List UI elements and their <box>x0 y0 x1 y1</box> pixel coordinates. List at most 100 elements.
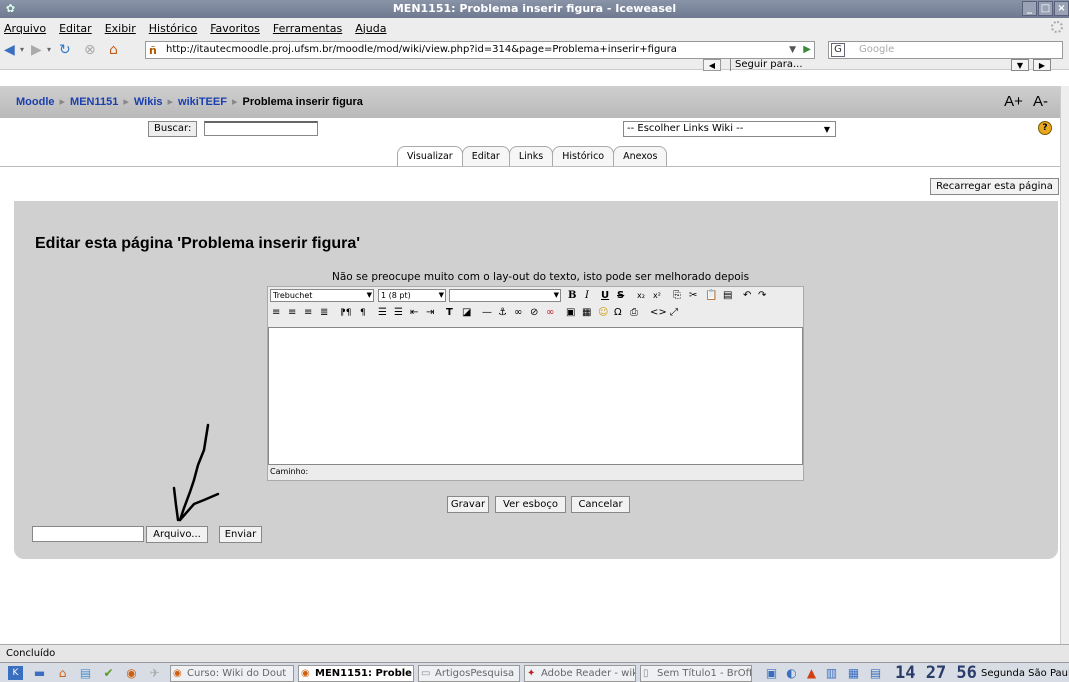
seguir-dropdown-icon[interactable]: ▼ <box>1011 59 1029 71</box>
ltr-icon[interactable]: ⁋¶ <box>340 306 351 320</box>
url-bar[interactable]: ñ http://itautecmoodle.proj.ufsm.br/mood… <box>145 41 815 59</box>
taskbar-clock[interactable]: 14 27 56 <box>895 663 977 682</box>
superscript-icon[interactable]: x² <box>653 289 661 303</box>
text-color-icon[interactable]: T <box>446 306 453 320</box>
kde-menu-icon[interactable]: K <box>8 666 23 680</box>
special-char-icon[interactable]: Ω <box>614 306 622 320</box>
insert-table-icon[interactable]: ▦ <box>582 306 591 320</box>
home-folder-icon[interactable]: ⌂ <box>55 666 70 680</box>
nolink-icon[interactable]: ∞ <box>546 306 554 320</box>
task-curso-wiki[interactable]: ◉ Curso: Wiki do Dout <box>170 665 294 682</box>
align-center-icon[interactable]: ≡ <box>288 306 296 320</box>
task-adobe-reader[interactable]: ✦ Adobe Reader - wiki <box>524 665 636 682</box>
cut-icon[interactable]: ✂ <box>689 289 697 303</box>
bold-icon[interactable]: B <box>568 289 576 303</box>
links-wiki-select[interactable]: -- Escolher Links Wiki -- ▼ <box>623 121 836 137</box>
desktop-icon[interactable]: ▬ <box>32 666 47 680</box>
fullscreen-icon[interactable]: ⤢ <box>670 306 678 320</box>
tab-links[interactable]: Links <box>508 146 554 166</box>
menu-editar[interactable]: Editar <box>59 22 92 35</box>
undo-icon[interactable]: ↶ <box>743 289 751 303</box>
buscar-button[interactable]: Buscar: <box>148 121 198 137</box>
app-launcher-icon[interactable]: ✔ <box>101 666 116 680</box>
outdent-icon[interactable]: ⇤ <box>410 306 418 320</box>
browser-icon[interactable]: ◉ <box>124 666 139 680</box>
seguir-label[interactable]: Seguir para... <box>730 59 803 71</box>
bg-color-icon[interactable]: ◪ <box>462 306 471 320</box>
unlink-icon[interactable]: ⊘ <box>530 306 538 320</box>
url-dropdown-icon[interactable]: ▼ <box>789 42 796 58</box>
task-artigos-pesquisa[interactable]: ▭ ArtigosPesquisa <box>418 665 520 682</box>
back-dropdown-icon[interactable]: ▾ <box>20 42 24 58</box>
smiley-icon[interactable]: ☺ <box>598 306 608 320</box>
ver-esboco-button[interactable]: Ver esboço <box>495 496 566 513</box>
prev-arrow-icon[interactable]: ◀ <box>703 59 721 71</box>
ordered-list-icon[interactable]: ☰ <box>378 306 387 320</box>
forward-dropdown-icon[interactable]: ▾ <box>47 42 51 58</box>
breadcrumb-wiki[interactable]: wikiTEEF <box>178 96 227 108</box>
gravar-button[interactable]: Gravar <box>447 496 489 513</box>
network-monitor-icon[interactable]: ▥ <box>824 666 839 680</box>
search-replace-icon[interactable]: ⎙ <box>630 306 638 320</box>
copy-icon[interactable]: ⎘ <box>673 289 681 303</box>
search-bar[interactable]: G Google ⌕ <box>828 41 1063 59</box>
menu-favoritos[interactable]: Favoritos <box>210 22 260 35</box>
menu-ajuda[interactable]: Ajuda <box>355 22 386 35</box>
google-engine-icon[interactable]: G <box>831 43 845 57</box>
paste-icon[interactable]: 📋 <box>705 289 717 303</box>
font-size-select[interactable]: 1 (8 pt) ▼ <box>378 289 446 302</box>
strikethrough-icon[interactable]: S <box>617 289 624 303</box>
justify-icon[interactable]: ≣ <box>320 306 328 320</box>
task-men1151[interactable]: ◉ MEN1151: Proble <box>298 665 414 682</box>
breadcrumb-moodle[interactable]: Moodle <box>16 96 55 108</box>
reload-icon[interactable]: ↻ <box>59 42 71 58</box>
horizontal-rule-icon[interactable]: — <box>482 306 492 320</box>
tab-editar[interactable]: Editar <box>461 146 510 166</box>
breadcrumb-wikis[interactable]: Wikis <box>134 96 163 108</box>
underline-icon[interactable]: U <box>601 289 609 303</box>
tab-visualizar[interactable]: Visualizar <box>397 146 463 166</box>
back-icon[interactable]: ◀ <box>4 42 15 58</box>
align-right-icon[interactable]: ≡ <box>304 306 312 320</box>
anchor-icon[interactable]: ⚓ <box>498 306 507 320</box>
tab-anexos[interactable]: Anexos <box>613 146 668 166</box>
html-source-icon[interactable]: <> <box>650 306 667 320</box>
go-icon[interactable]: ▶ <box>803 42 811 58</box>
subscript-icon[interactable]: x₂ <box>637 289 645 303</box>
system-monitor-icon[interactable]: ▲ <box>804 666 819 680</box>
menu-historico[interactable]: Histórico <box>149 22 197 35</box>
task-sem-titulo[interactable]: ▯ Sem Título1 - BrOff <box>640 665 752 682</box>
home-icon[interactable]: ⌂ <box>109 42 118 58</box>
menu-ferramentas[interactable]: Ferramentas <box>273 22 342 35</box>
rtl-icon[interactable]: ¶ <box>360 306 366 320</box>
indent-icon[interactable]: ⇥ <box>426 306 434 320</box>
breadcrumb-course[interactable]: MEN1151 <box>70 96 118 108</box>
paste-word-icon[interactable]: ▤ <box>723 289 732 303</box>
font-increase-button[interactable]: A+ <box>1004 93 1023 110</box>
maximize-icon[interactable]: □ <box>1038 1 1053 16</box>
font-family-select[interactable]: Trebuchet ▼ <box>270 289 374 302</box>
next-arrow-icon[interactable]: ▶ <box>1033 59 1051 71</box>
link-icon[interactable]: ∞ <box>514 306 522 320</box>
insert-image-icon[interactable]: ▣ <box>566 306 575 320</box>
help-icon[interactable]: ? <box>1038 121 1052 135</box>
align-left-icon[interactable]: ≡ <box>272 306 280 320</box>
keyboard-layout-icon[interactable]: ▣ <box>764 666 779 680</box>
stop-icon[interactable]: ⊗ <box>84 42 96 58</box>
editor-textarea[interactable] <box>268 327 803 465</box>
close-icon[interactable]: × <box>1054 1 1069 16</box>
file-path-input[interactable] <box>32 526 144 542</box>
format-select[interactable]: ▼ <box>449 289 561 302</box>
italic-icon[interactable]: I <box>585 289 589 303</box>
clipboard-icon[interactable]: ▦ <box>846 666 861 680</box>
menu-arquivo[interactable]: Arquivo <box>4 22 46 35</box>
buscar-input[interactable] <box>204 121 318 136</box>
recarregar-button[interactable]: Recarregar esta página <box>930 178 1059 195</box>
volume-icon[interactable]: ◐ <box>784 666 799 680</box>
forward-icon[interactable]: ▶ <box>31 42 42 58</box>
file-manager-icon[interactable]: ▤ <box>78 666 93 680</box>
page-scrollbar[interactable] <box>1060 86 1069 644</box>
redo-icon[interactable]: ↷ <box>758 289 766 303</box>
storage-icon[interactable]: ▤ <box>868 666 883 680</box>
minimize-icon[interactable]: _ <box>1022 1 1037 16</box>
